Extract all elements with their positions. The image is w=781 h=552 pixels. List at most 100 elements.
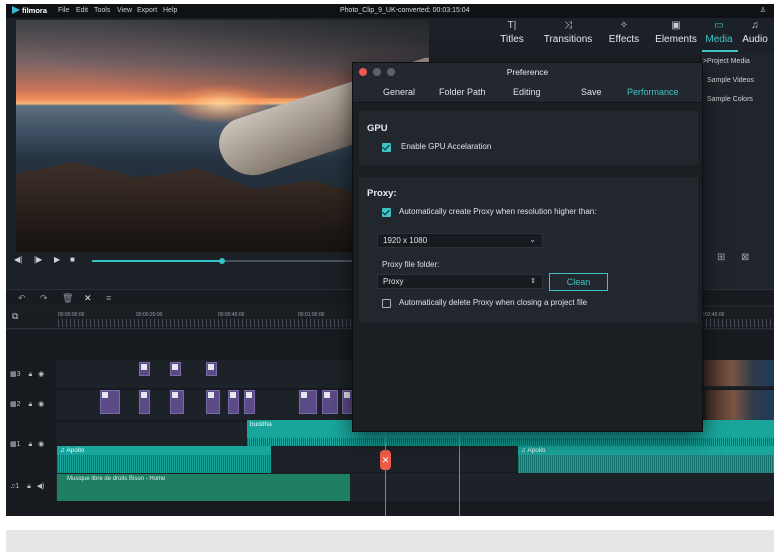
split-scissors-icon[interactable]: ✕ xyxy=(380,450,391,470)
titles-icon: T| xyxy=(507,20,517,31)
preference-tabs: General Folder Path Editing Save Perform… xyxy=(353,81,702,103)
filmora-app-window: filmora File Edit Tools View Export Help… xyxy=(6,4,774,516)
gpu-title: GPU xyxy=(367,123,388,134)
minimize-window-icon[interactable] xyxy=(373,68,381,76)
prev-frame-icon[interactable]: ◀| xyxy=(14,255,22,264)
track-header-video2: ▦2 🔒︎ ◉ xyxy=(6,400,56,409)
menu-tools[interactable]: Tools xyxy=(94,7,110,14)
menu-export[interactable]: Export xyxy=(137,7,157,14)
tab-elements-label: Elements xyxy=(655,34,697,45)
tab-titles[interactable]: T| Titles xyxy=(492,20,532,45)
resolution-select[interactable]: 1920 x 1080 ⌄ xyxy=(377,233,543,248)
remove-folder-icon[interactable]: ⊠ xyxy=(741,252,749,263)
tab-performance[interactable]: Performance xyxy=(627,87,679,97)
auto-delete-proxy-checkbox[interactable] xyxy=(382,299,391,308)
scrubber-progress xyxy=(92,260,222,262)
proxy-title: Proxy: xyxy=(367,188,397,199)
track-number: 1 xyxy=(16,441,21,448)
eye-icon[interactable]: ◉ xyxy=(38,401,44,408)
effects-icon: ✧ xyxy=(619,20,629,31)
menu-edit[interactable]: Edit xyxy=(76,7,88,14)
clip-waveform xyxy=(247,438,774,446)
lock-icon[interactable]: 🔒︎ xyxy=(28,371,32,378)
account-icon[interactable]: ♙ xyxy=(760,6,766,14)
gpu-checkbox[interactable] xyxy=(382,143,391,152)
play-icon[interactable]: ▶ xyxy=(54,255,60,264)
lock-icon[interactable]: 🔒︎ xyxy=(28,441,32,448)
dialog-title: Preference xyxy=(506,67,549,77)
film-icon: ▦ xyxy=(10,401,17,408)
track-header-audio1: ♫1 🔒︎ ◀︎) xyxy=(6,482,56,491)
title-clip[interactable] xyxy=(170,390,184,414)
tab-transitions[interactable]: ⤨ Transitions xyxy=(536,20,600,45)
title-clip[interactable] xyxy=(100,390,120,414)
menu-view[interactable]: View xyxy=(117,7,132,14)
tab-media[interactable]: ▭ Media xyxy=(702,20,736,45)
maximize-window-icon[interactable] xyxy=(387,68,395,76)
add-folder-icon[interactable]: ⊞ xyxy=(717,252,725,263)
track-header-video1: ▦1 🔒︎ ◉ xyxy=(6,440,56,449)
scrubber-knob[interactable] xyxy=(219,258,225,264)
auto-create-proxy-label[interactable]: Automatically create Proxy when resoluti… xyxy=(399,207,596,216)
title-clip[interactable] xyxy=(244,390,255,414)
proxy-folder-select[interactable]: Proxy ⇕ xyxy=(377,274,543,289)
tab-elements[interactable]: ▣ Elements xyxy=(652,20,700,45)
adjust-icon[interactable]: ≡ xyxy=(106,293,111,303)
tab-save[interactable]: Save xyxy=(581,87,602,97)
track-number: 1 xyxy=(15,483,20,490)
redo-icon[interactable]: ↷ xyxy=(40,293,48,304)
speaker-icon[interactable]: ◀︎) xyxy=(37,483,45,490)
tab-folder-path[interactable]: Folder Path xyxy=(439,87,486,97)
stop-icon[interactable]: ■ xyxy=(70,255,75,264)
top-tab-bar: T| Titles ⤨ Transitions ✧ Effects ▣ Elem… xyxy=(486,20,774,54)
tab-transitions-label: Transitions xyxy=(543,34,593,45)
active-tab-underline xyxy=(702,50,738,52)
title-clip[interactable] xyxy=(299,390,317,414)
tab-audio[interactable]: ♫ Audio xyxy=(740,20,770,45)
eye-icon[interactable]: ◉ xyxy=(38,371,44,378)
tab-effects[interactable]: ✧ Effects xyxy=(602,20,646,45)
auto-delete-proxy-label[interactable]: Automatically delete Proxy when closing … xyxy=(399,298,587,307)
audio-clip-apollo[interactable]: ♫ Apollo xyxy=(518,446,774,473)
tab-general[interactable]: General xyxy=(383,87,415,97)
close-window-icon[interactable] xyxy=(359,68,367,76)
chevron-down-icon: ⌄ xyxy=(529,235,536,244)
play-pause-icon[interactable]: |▶ xyxy=(34,255,42,264)
menu-file[interactable]: File xyxy=(58,7,69,14)
auto-create-proxy-checkbox[interactable] xyxy=(382,208,391,217)
logo-text: filmora xyxy=(22,6,48,15)
title-clip[interactable] xyxy=(228,390,239,414)
lock-icon[interactable]: 🔒︎ xyxy=(28,401,32,408)
proxy-section: Proxy: Automatically create Proxy when r… xyxy=(359,177,698,323)
title-clip[interactable] xyxy=(139,362,150,376)
add-track-icon[interactable]: ⧉ xyxy=(12,311,18,322)
gpu-checkbox-label[interactable]: Enable GPU Accelaration xyxy=(401,142,491,151)
delete-icon[interactable]: 🗑 xyxy=(62,293,73,304)
title-clip[interactable] xyxy=(206,390,220,414)
tab-editing[interactable]: Editing xyxy=(513,87,541,97)
audio-clip-music[interactable]: Musique libre de droits Bison - Home xyxy=(57,474,350,501)
title-clip[interactable] xyxy=(322,390,338,414)
eye-icon[interactable]: ◉ xyxy=(38,441,44,448)
title-clip[interactable] xyxy=(170,362,181,376)
track-number: 3 xyxy=(16,371,21,378)
title-clip[interactable] xyxy=(206,362,217,376)
title-clip[interactable] xyxy=(139,390,150,414)
ruler-timecode: 00:00:40:00 xyxy=(218,312,245,318)
sidebar-item-sample-colors[interactable]: Sample Colors xyxy=(707,96,753,103)
menu-help[interactable]: Help xyxy=(163,7,177,14)
video-clip-thumbnail[interactable] xyxy=(706,390,774,420)
lock-icon[interactable]: 🔒︎ xyxy=(27,483,31,490)
clean-button[interactable]: Clean xyxy=(549,273,608,291)
cut-icon[interactable]: ✕ xyxy=(84,293,92,304)
undo-icon[interactable]: ↶ xyxy=(18,293,26,304)
audio-clip-apollo[interactable]: ♫ Apollo xyxy=(57,446,271,473)
tab-audio-label: Audio xyxy=(742,34,768,45)
track-number: 2 xyxy=(16,401,21,408)
sidebar-item-sample-videos[interactable]: Sample Videos xyxy=(707,77,754,84)
media-folder-icon: ▭ xyxy=(714,20,724,31)
sidebar-item-project-media[interactable]: Project Media xyxy=(707,58,750,65)
video-clip-thumbnail[interactable] xyxy=(704,360,774,386)
clip-label: Apollo xyxy=(66,447,85,454)
track-header-video3: ▦3 🔒︎ ◉ xyxy=(6,370,56,379)
